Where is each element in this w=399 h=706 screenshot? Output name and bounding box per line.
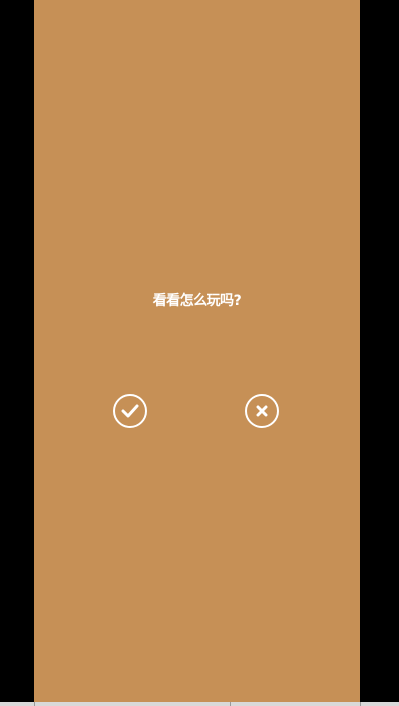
bottom-strip [0,702,399,706]
cancel-button[interactable] [245,394,279,428]
screen: 看看怎么玩吗? [0,0,399,706]
close-icon [256,405,268,417]
app-panel: 看看怎么玩吗? [34,0,360,702]
tutorial-prompt: 看看怎么玩吗? [152,293,242,309]
confirm-button[interactable] [113,394,147,428]
checkmark-icon [121,404,139,418]
strip-divider [360,702,361,706]
strip-divider [34,702,35,706]
strip-divider [230,702,231,706]
